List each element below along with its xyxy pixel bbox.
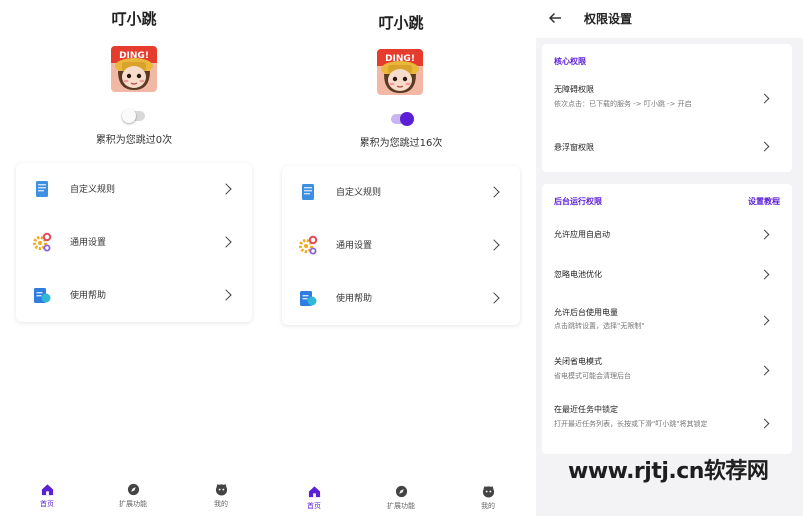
menu-item-custom-rules[interactable]: 自定义规则	[16, 163, 252, 216]
skip-toggle[interactable]	[122, 109, 145, 123]
perm-desc: 依次点击：已下载的服务 -> 叮小跳 -> 开启	[554, 100, 692, 108]
perm-background-power[interactable]: 允许后台使用电量 点击跳转设置，选择"无限制"	[542, 300, 792, 340]
chevron-right-icon	[220, 236, 232, 248]
setup-tutorial-link[interactable]: 设置教程	[748, 196, 780, 207]
gears-icon	[33, 232, 52, 252]
perm-lock-recent[interactable]: 在最近任务中锁定 打开最近任务列表，长按或下滑"叮小跳"将其锁定	[542, 398, 792, 450]
perm-power-saving[interactable]: 关闭省电模式 省电模式可能会清理后台	[542, 350, 792, 390]
bottom-nav: 首页 扩展功能 我的	[0, 476, 268, 516]
book-icon	[36, 181, 48, 197]
menu-label: 使用帮助	[336, 294, 373, 304]
book-icon	[302, 184, 314, 200]
menu-item-help[interactable]: 使用帮助	[282, 272, 520, 325]
nav-extensions[interactable]: 扩展功能	[103, 483, 163, 509]
compass-icon	[395, 485, 407, 498]
perm-overlay[interactable]: 悬浮窗权限	[542, 130, 792, 164]
chevron-right-icon	[759, 93, 770, 104]
bottom-nav: 首页 扩展功能 我的	[270, 476, 532, 516]
perm-desc: 打开最近任务列表，长按或下滑"叮小跳"将其锁定	[554, 420, 708, 428]
main-menu: 自定义规则 通用设置 使用帮助	[16, 163, 252, 322]
chevron-right-icon	[759, 365, 770, 376]
home-screen-off: 叮小跳 DING! 累积为您跳过0次 自定义规则 通用设置 使用帮助 首页 扩展…	[0, 0, 268, 516]
face-icon	[482, 485, 494, 498]
app-bar: 权限设置	[536, 0, 803, 38]
chevron-right-icon	[759, 315, 770, 326]
chevron-right-icon	[488, 239, 500, 251]
nav-label: 扩展功能	[387, 502, 415, 510]
nav-label: 首页	[307, 502, 321, 510]
menu-item-general-settings[interactable]: 通用设置	[16, 216, 252, 269]
gears-icon	[299, 235, 318, 255]
permissions-screen: 权限设置 核心权限 无障碍权限 依次点击：已下载的服务 -> 叮小跳 -> 开启…	[536, 0, 803, 516]
face-icon	[215, 483, 227, 496]
chevron-right-icon	[759, 269, 770, 280]
skip-counter: 累积为您跳过0次	[95, 135, 173, 146]
perm-title: 在最近任务中锁定	[554, 405, 618, 414]
background-permissions-card: 后台运行权限 设置教程 允许应用自启动 忽略电池优化 允许后台使用电量 点击跳转…	[542, 184, 792, 454]
app-title: 叮小跳	[111, 10, 157, 28]
menu-item-help[interactable]: 使用帮助	[16, 269, 252, 322]
perm-title: 忽略电池优化	[554, 270, 602, 279]
perm-title: 悬浮窗权限	[554, 143, 594, 152]
nav-home[interactable]: 首页	[17, 483, 77, 509]
page-title: 权限设置	[584, 12, 633, 26]
perm-title: 关闭省电模式	[554, 357, 602, 366]
perm-title: 允许后台使用电量	[554, 308, 618, 317]
app-avatar: DING!	[111, 46, 157, 92]
perm-battery-optimization[interactable]: 忽略电池优化	[542, 258, 792, 290]
menu-label: 通用设置	[336, 241, 373, 251]
menu-label: 自定义规则	[336, 188, 382, 198]
chevron-right-icon	[759, 418, 770, 429]
chevron-right-icon	[759, 141, 770, 152]
perm-desc: 省电模式可能会清理后台	[554, 372, 631, 380]
menu-label: 通用设置	[70, 238, 107, 248]
nav-label: 扩展功能	[119, 500, 147, 508]
menu-item-custom-rules[interactable]: 自定义规则	[282, 166, 520, 219]
section-title: 核心权限	[554, 57, 586, 66]
nav-label: 首页	[40, 500, 54, 508]
nav-mine[interactable]: 我的	[191, 483, 251, 509]
skip-counter: 累积为您跳过16次	[359, 138, 443, 149]
help-doc-icon	[34, 288, 51, 303]
chevron-right-icon	[220, 183, 232, 195]
nav-label: 我的	[214, 500, 228, 508]
chevron-right-icon	[488, 292, 500, 304]
core-permissions-card: 核心权限 无障碍权限 依次点击：已下载的服务 -> 叮小跳 -> 开启 悬浮窗权…	[542, 44, 792, 172]
perm-accessibility[interactable]: 无障碍权限 依次点击：已下载的服务 -> 叮小跳 -> 开启	[542, 76, 792, 116]
svg-text:DING!: DING!	[385, 54, 415, 64]
menu-item-general-settings[interactable]: 通用设置	[282, 219, 520, 272]
menu-label: 使用帮助	[70, 291, 107, 301]
app-title: 叮小跳	[378, 14, 424, 32]
help-doc-icon	[300, 291, 317, 306]
perm-desc: 点击跳转设置，选择"无限制"	[554, 322, 645, 330]
back-arrow-icon[interactable]	[548, 11, 562, 25]
chevron-right-icon	[220, 289, 232, 301]
section-title: 后台运行权限	[554, 197, 602, 206]
main-menu: 自定义规则 通用设置 使用帮助	[282, 166, 520, 325]
app-avatar: DING!	[377, 49, 423, 95]
site-watermark: www.rjtj.cn软荐网	[568, 459, 769, 484]
nav-extensions[interactable]: 扩展功能	[371, 485, 431, 511]
perm-title: 无障碍权限	[554, 85, 594, 94]
home-icon	[308, 486, 320, 498]
chevron-right-icon	[759, 229, 770, 240]
skip-toggle[interactable]	[391, 112, 414, 126]
chevron-right-icon	[488, 186, 500, 198]
perm-autostart[interactable]: 允许应用自启动	[542, 218, 792, 250]
perm-title: 允许应用自启动	[554, 230, 610, 239]
home-screen-on: 叮小跳 DING! 累积为您跳过16次 自定义规则 通用设置 使用帮助 首页 扩…	[270, 0, 532, 516]
nav-home[interactable]: 首页	[284, 485, 344, 511]
nav-mine[interactable]: 我的	[458, 485, 518, 511]
nav-label: 我的	[481, 502, 495, 510]
compass-icon	[127, 483, 139, 496]
home-icon	[41, 484, 53, 496]
menu-label: 自定义规则	[70, 185, 116, 195]
svg-text:DING!: DING!	[119, 51, 149, 61]
